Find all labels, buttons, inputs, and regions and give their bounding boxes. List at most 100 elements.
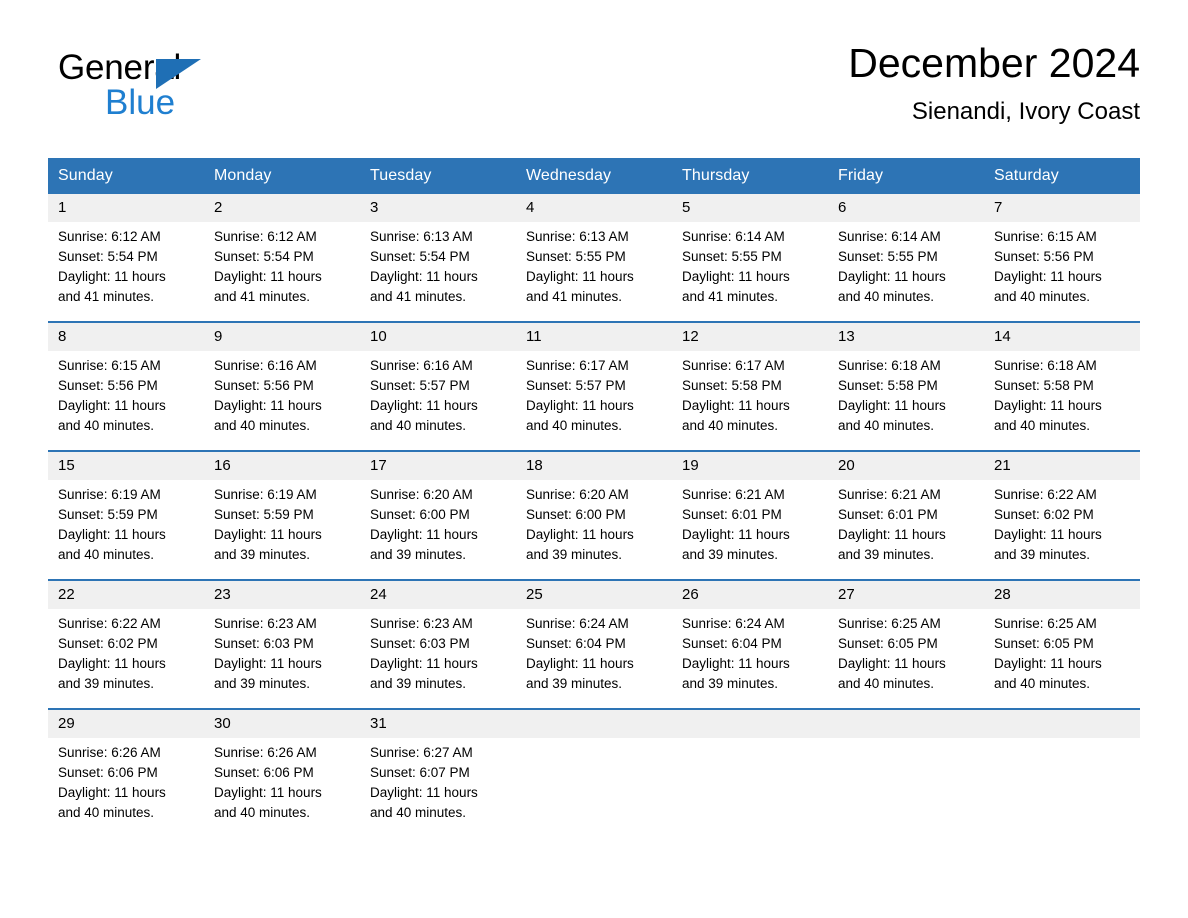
day-info: Sunrise: 6:22 AM Sunset: 6:02 PM Daylight:… bbox=[58, 614, 196, 694]
day-number-cell[interactable]: 13 bbox=[828, 321, 984, 351]
day-info-cell[interactable]: Sunrise: 6:21 AM Sunset: 6:01 PM Daylight:… bbox=[672, 480, 828, 580]
day-number-cell[interactable]: 8 bbox=[48, 321, 204, 351]
day-info-cell[interactable]: Sunrise: 6:23 AM Sunset: 6:03 PM Daylight:… bbox=[204, 609, 360, 709]
day-info: Sunrise: 6:25 AM Sunset: 6:05 PM Daylight:… bbox=[838, 614, 976, 694]
day-info-cell[interactable]: Sunrise: 6:22 AM Sunset: 6:02 PM Daylight:… bbox=[984, 480, 1140, 580]
day-info: Sunrise: 6:23 AM Sunset: 6:03 PM Daylight:… bbox=[370, 614, 508, 694]
day-number-cell[interactable]: 31 bbox=[360, 708, 516, 738]
daylight-text-line2: and 40 minutes. bbox=[994, 676, 1091, 691]
daylight-text-line1: Daylight: 11 hours bbox=[370, 269, 478, 284]
day-info-cell[interactable]: Sunrise: 6:16 AM Sunset: 5:56 PM Daylight:… bbox=[204, 351, 360, 451]
day-info: Sunrise: 6:13 AM Sunset: 5:54 PM Daylight:… bbox=[370, 227, 508, 307]
day-info-cell[interactable]: Sunrise: 6:18 AM Sunset: 5:58 PM Daylight:… bbox=[984, 351, 1140, 451]
sunrise-text: Sunrise: 6:13 AM bbox=[370, 229, 473, 244]
day-info-cell[interactable]: Sunrise: 6:26 AM Sunset: 6:06 PM Daylight:… bbox=[48, 738, 204, 837]
day-info-cell[interactable]: Sunrise: 6:27 AM Sunset: 6:07 PM Daylight:… bbox=[360, 738, 516, 837]
day-info-cell[interactable]: Sunrise: 6:19 AM Sunset: 5:59 PM Daylight:… bbox=[204, 480, 360, 580]
sunrise-text: Sunrise: 6:17 AM bbox=[682, 358, 785, 373]
day-info-cell[interactable]: Sunrise: 6:20 AM Sunset: 6:00 PM Daylight:… bbox=[516, 480, 672, 580]
day-info-cell[interactable]: Sunrise: 6:16 AM Sunset: 5:57 PM Daylight:… bbox=[360, 351, 516, 451]
day-number-cell[interactable]: 24 bbox=[360, 579, 516, 609]
day-number-cell[interactable]: 29 bbox=[48, 708, 204, 738]
sunset-text: Sunset: 6:03 PM bbox=[370, 636, 470, 651]
day-number-cell[interactable]: 28 bbox=[984, 579, 1140, 609]
day-number-cell[interactable]: 16 bbox=[204, 450, 360, 480]
day-info-cell[interactable]: Sunrise: 6:13 AM Sunset: 5:54 PM Daylight:… bbox=[360, 222, 516, 322]
day-info-cell[interactable]: Sunrise: 6:13 AM Sunset: 5:55 PM Daylight:… bbox=[516, 222, 672, 322]
day-info-cell[interactable]: Sunrise: 6:17 AM Sunset: 5:57 PM Daylight:… bbox=[516, 351, 672, 451]
generalblue-logo[interactable]: General Blue bbox=[58, 48, 318, 128]
day-info: Sunrise: 6:17 AM Sunset: 5:58 PM Daylight:… bbox=[682, 356, 820, 436]
day-number-cell[interactable]: 15 bbox=[48, 450, 204, 480]
day-info-cell[interactable]: Sunrise: 6:20 AM Sunset: 6:00 PM Daylight:… bbox=[360, 480, 516, 580]
day-info-cell[interactable]: Sunrise: 6:23 AM Sunset: 6:03 PM Daylight:… bbox=[360, 609, 516, 709]
day-number-cell[interactable]: 26 bbox=[672, 579, 828, 609]
day-info: Sunrise: 6:18 AM Sunset: 5:58 PM Daylight:… bbox=[994, 356, 1132, 436]
day-info-cell-empty bbox=[516, 738, 672, 837]
daylight-text-line1: Daylight: 11 hours bbox=[994, 527, 1102, 542]
sunrise-text: Sunrise: 6:27 AM bbox=[370, 745, 473, 760]
day-number-cell[interactable]: 5 bbox=[672, 194, 828, 222]
day-number-cell[interactable]: 2 bbox=[204, 194, 360, 222]
day-number-cell[interactable]: 14 bbox=[984, 321, 1140, 351]
day-number-cell[interactable]: 12 bbox=[672, 321, 828, 351]
day-info: Sunrise: 6:14 AM Sunset: 5:55 PM Daylight:… bbox=[838, 227, 976, 307]
sunset-text: Sunset: 6:05 PM bbox=[838, 636, 938, 651]
day-info-cell[interactable]: Sunrise: 6:12 AM Sunset: 5:54 PM Daylight:… bbox=[48, 222, 204, 322]
day-info-cell[interactable]: Sunrise: 6:15 AM Sunset: 5:56 PM Daylight:… bbox=[48, 351, 204, 451]
day-number-cell[interactable]: 4 bbox=[516, 194, 672, 222]
sunset-text: Sunset: 6:06 PM bbox=[214, 765, 314, 780]
day-info: Sunrise: 6:23 AM Sunset: 6:03 PM Daylight:… bbox=[214, 614, 352, 694]
day-info-cell[interactable]: Sunrise: 6:17 AM Sunset: 5:58 PM Daylight:… bbox=[672, 351, 828, 451]
daylight-text-line2: and 40 minutes. bbox=[370, 418, 467, 433]
day-info-cell[interactable]: Sunrise: 6:25 AM Sunset: 6:05 PM Daylight:… bbox=[984, 609, 1140, 709]
day-info-cell[interactable]: Sunrise: 6:19 AM Sunset: 5:59 PM Daylight:… bbox=[48, 480, 204, 580]
day-info-cell[interactable]: Sunrise: 6:21 AM Sunset: 6:01 PM Daylight:… bbox=[828, 480, 984, 580]
day-number-cell[interactable]: 20 bbox=[828, 450, 984, 480]
day-number-cell[interactable]: 21 bbox=[984, 450, 1140, 480]
day-number-cell[interactable]: 1 bbox=[48, 194, 204, 222]
day-info: Sunrise: 6:21 AM Sunset: 6:01 PM Daylight:… bbox=[682, 485, 820, 565]
daylight-text-line2: and 39 minutes. bbox=[526, 676, 623, 691]
day-number-cell[interactable]: 3 bbox=[360, 194, 516, 222]
day-number-cell[interactable]: 18 bbox=[516, 450, 672, 480]
day-info-cell[interactable]: Sunrise: 6:22 AM Sunset: 6:02 PM Daylight:… bbox=[48, 609, 204, 709]
sunset-text: Sunset: 6:00 PM bbox=[526, 507, 626, 522]
day-info-cell[interactable]: Sunrise: 6:14 AM Sunset: 5:55 PM Daylight:… bbox=[672, 222, 828, 322]
page-title: December 2024 bbox=[848, 40, 1140, 86]
day-number-cell[interactable]: 9 bbox=[204, 321, 360, 351]
day-info-cell[interactable]: Sunrise: 6:14 AM Sunset: 5:55 PM Daylight:… bbox=[828, 222, 984, 322]
day-number-cell[interactable]: 23 bbox=[204, 579, 360, 609]
sunrise-text: Sunrise: 6:16 AM bbox=[370, 358, 473, 373]
day-number-cell[interactable]: 27 bbox=[828, 579, 984, 609]
day-number-cell[interactable]: 7 bbox=[984, 194, 1140, 222]
day-number-cell[interactable]: 17 bbox=[360, 450, 516, 480]
sunrise-text: Sunrise: 6:23 AM bbox=[370, 616, 473, 631]
day-number-cell[interactable]: 6 bbox=[828, 194, 984, 222]
day-info-cell-empty bbox=[828, 738, 984, 837]
day-number-cell[interactable]: 19 bbox=[672, 450, 828, 480]
day-info-cell[interactable]: Sunrise: 6:26 AM Sunset: 6:06 PM Daylight:… bbox=[204, 738, 360, 837]
day-number-cell[interactable]: 10 bbox=[360, 321, 516, 351]
day-info-cell[interactable]: Sunrise: 6:18 AM Sunset: 5:58 PM Daylight:… bbox=[828, 351, 984, 451]
day-info: Sunrise: 6:14 AM Sunset: 5:55 PM Daylight:… bbox=[682, 227, 820, 307]
daylight-text-line1: Daylight: 11 hours bbox=[58, 656, 166, 671]
day-number-cell[interactable]: 22 bbox=[48, 579, 204, 609]
sunrise-text: Sunrise: 6:16 AM bbox=[214, 358, 317, 373]
day-info-cell[interactable]: Sunrise: 6:25 AM Sunset: 6:05 PM Daylight:… bbox=[828, 609, 984, 709]
day-number-cell[interactable]: 25 bbox=[516, 579, 672, 609]
sunrise-text: Sunrise: 6:19 AM bbox=[214, 487, 317, 502]
day-info-cell[interactable]: Sunrise: 6:12 AM Sunset: 5:54 PM Daylight:… bbox=[204, 222, 360, 322]
day-info: Sunrise: 6:20 AM Sunset: 6:00 PM Daylight:… bbox=[526, 485, 664, 565]
day-number-cell[interactable]: 11 bbox=[516, 321, 672, 351]
day-number-cell[interactable]: 30 bbox=[204, 708, 360, 738]
week-info-row: Sunrise: 6:26 AM Sunset: 6:06 PM Daylight:… bbox=[48, 738, 1140, 837]
day-info-cell[interactable]: Sunrise: 6:24 AM Sunset: 6:04 PM Daylight:… bbox=[516, 609, 672, 709]
daylight-text-line2: and 40 minutes. bbox=[994, 289, 1091, 304]
daylight-text-line1: Daylight: 11 hours bbox=[682, 398, 790, 413]
day-info: Sunrise: 6:16 AM Sunset: 5:57 PM Daylight:… bbox=[370, 356, 508, 436]
day-info-cell[interactable]: Sunrise: 6:15 AM Sunset: 5:56 PM Daylight:… bbox=[984, 222, 1140, 322]
day-info-cell[interactable]: Sunrise: 6:24 AM Sunset: 6:04 PM Daylight:… bbox=[672, 609, 828, 709]
sunset-text: Sunset: 6:01 PM bbox=[838, 507, 938, 522]
sunset-text: Sunset: 5:55 PM bbox=[682, 249, 782, 264]
